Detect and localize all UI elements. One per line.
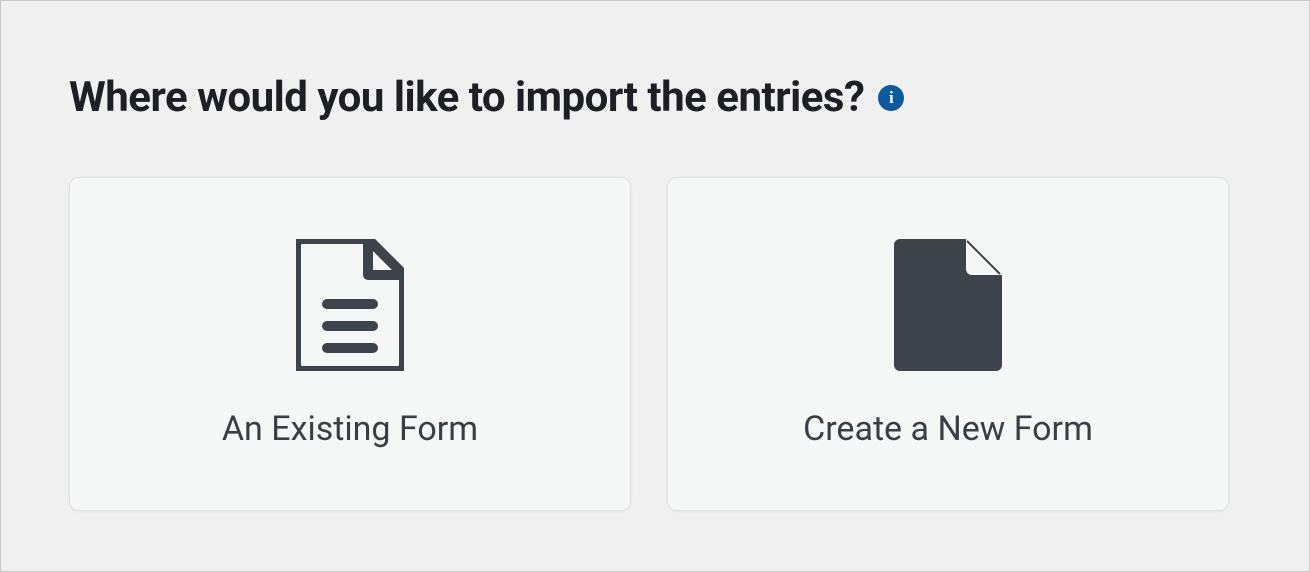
page-title: Where would you like to import the entri…: [69, 73, 864, 122]
option-cards: An Existing Form Create a New Form: [69, 177, 1241, 511]
document-blank-icon: [894, 239, 1002, 375]
option-new-form[interactable]: Create a New Form: [667, 177, 1229, 511]
option-existing-form[interactable]: An Existing Form: [69, 177, 631, 511]
option-label: Create a New Form: [803, 409, 1093, 449]
document-text-icon: [296, 239, 404, 375]
info-icon[interactable]: i: [878, 85, 904, 111]
option-label: An Existing Form: [222, 409, 478, 449]
heading-row: Where would you like to import the entri…: [69, 73, 1241, 122]
